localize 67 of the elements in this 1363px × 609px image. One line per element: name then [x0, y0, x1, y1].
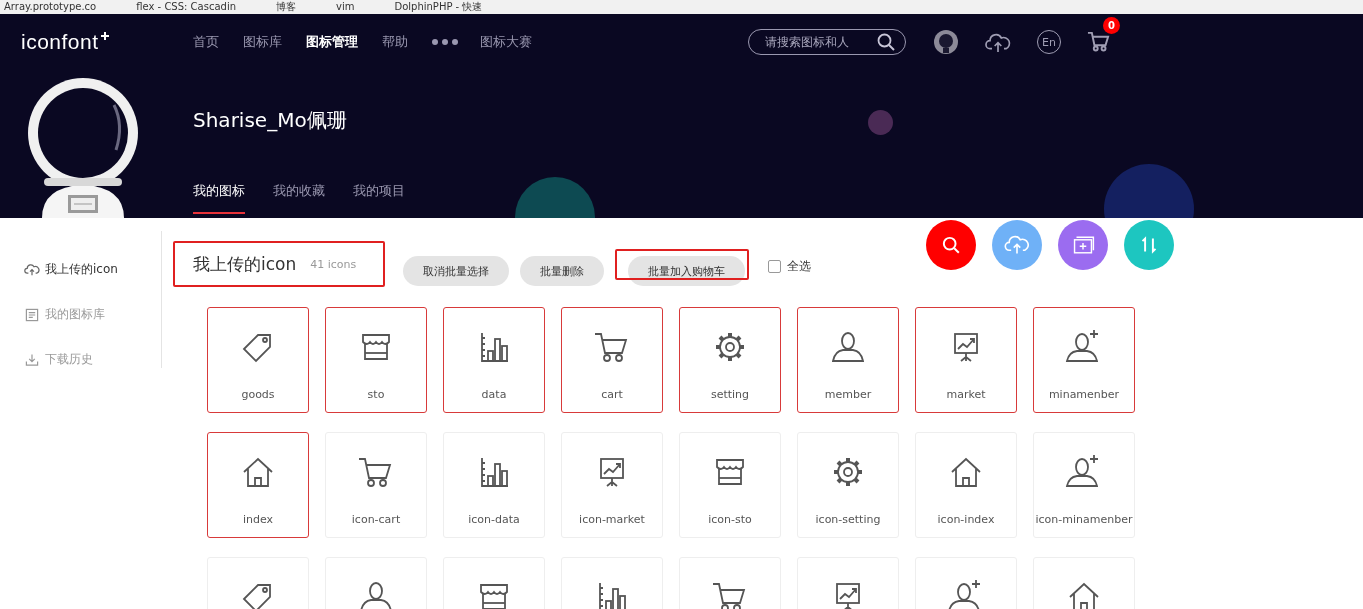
bubble-decoration: [868, 110, 893, 135]
icon-count: 41 icons: [310, 257, 357, 271]
upload-icon: [24, 261, 40, 278]
icon-name: icon-data: [468, 513, 520, 526]
icon-card[interactable]: icon-index: [915, 432, 1017, 538]
icon-card[interactable]: icon-market: [561, 432, 663, 538]
icon-card[interactable]: minamenber: [1033, 307, 1135, 413]
sidebar-item[interactable]: 我上传的icon: [24, 247, 161, 292]
icon-name: member: [824, 388, 872, 401]
checkbox-label: 全选: [787, 257, 811, 275]
nav-link[interactable]: 首页: [193, 33, 219, 51]
profile-tab[interactable]: 我的图标: [193, 182, 245, 214]
bookmark-link[interactable]: Array.prototype.co: [4, 1, 97, 13]
download-icon: [24, 351, 40, 368]
bookmark-link[interactable]: 博客: [276, 1, 296, 13]
icon-card[interactable]: data: [443, 307, 545, 413]
icon-name: sto: [367, 388, 385, 401]
icon-name: minamenber: [1048, 388, 1120, 401]
icon-name: setting: [710, 388, 750, 401]
icon-card[interactable]: goods: [207, 307, 309, 413]
icon-card[interactable]: icon-cart: [325, 432, 427, 538]
icon-card[interactable]: sto: [325, 307, 427, 413]
nav-link[interactable]: 图标管理: [306, 33, 358, 51]
user-avatar-icon[interactable]: [933, 29, 959, 55]
batch-button[interactable]: 取消批量选择: [403, 256, 509, 286]
icon-card[interactable]: index: [207, 432, 309, 538]
icon-card[interactable]: icon-minamenber: [1033, 432, 1135, 538]
icon-card[interactable]: cart: [561, 307, 663, 413]
profile-tab[interactable]: 我的收藏: [273, 182, 325, 214]
logo[interactable]: iconfont: [21, 30, 99, 54]
batch-button[interactable]: 批量加入购物车: [628, 256, 745, 286]
checkbox[interactable]: [768, 259, 781, 273]
icon-card[interactable]: market: [915, 307, 1017, 413]
icon-name: icon-index: [937, 513, 995, 526]
section-title: 我上传的icon: [193, 252, 297, 276]
icon-card[interactable]: icon-sto: [679, 432, 781, 538]
bookmark-link[interactable]: vim: [336, 1, 355, 13]
icon-name: market: [946, 388, 986, 401]
icon-name: icon-market: [579, 513, 645, 526]
icon-name: data: [481, 388, 507, 401]
icon-name: icon-minamenber: [1035, 513, 1133, 526]
icon-card[interactable]: icon-setting: [797, 432, 899, 538]
icon-name: icon-sto: [708, 513, 752, 526]
icon-name: index: [242, 513, 274, 526]
icon-name: icon-setting: [815, 513, 881, 526]
more-icon[interactable]: [432, 39, 458, 45]
nav-link[interactable]: 图标大赛: [480, 33, 532, 51]
batch-button[interactable]: 批量删除: [520, 256, 604, 286]
cart-count-badge: 0: [1103, 17, 1120, 34]
library-icon: [24, 306, 40, 323]
plus-icon: [100, 32, 109, 40]
bookmark-link[interactable]: flex - CSS: Cascadin: [136, 1, 236, 13]
icon-card[interactable]: icon-data: [443, 432, 545, 538]
icon-name: icon-cart: [351, 513, 401, 526]
icon-name: goods: [241, 388, 275, 401]
bookmark-link[interactable]: DolphinPHP - 快速: [394, 1, 483, 13]
round-action-button[interactable]: [926, 220, 976, 270]
icon-card[interactable]: member: [797, 307, 899, 413]
icon-name: cart: [601, 388, 623, 401]
search-input[interactable]: 请搜索图标和人: [765, 35, 877, 49]
nav-link[interactable]: 帮助: [382, 33, 408, 51]
search-icon[interactable]: [877, 33, 895, 51]
profile-name: Sharise_Mo佩珊: [193, 107, 348, 134]
icon-card[interactable]: setting: [679, 307, 781, 413]
nav-link[interactable]: 图标库: [243, 33, 282, 51]
profile-tab[interactable]: 我的项目: [353, 182, 405, 214]
round-action-button[interactable]: [1058, 220, 1108, 270]
